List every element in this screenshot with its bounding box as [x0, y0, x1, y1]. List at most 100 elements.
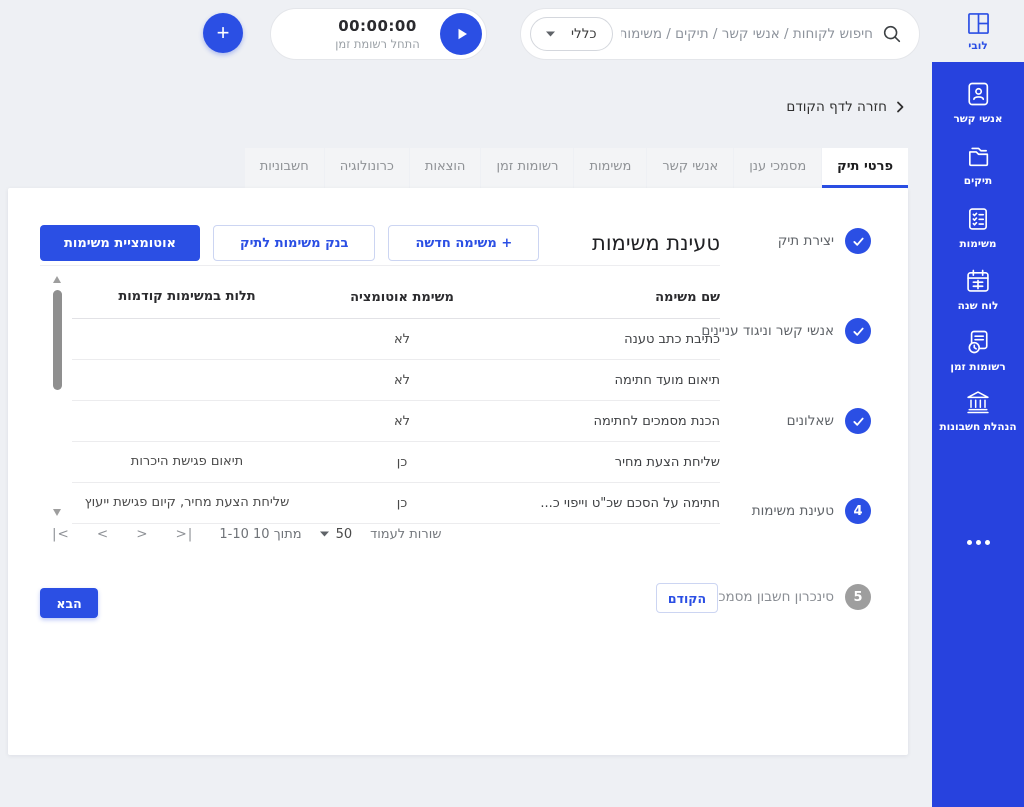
sidebar-item-accounting[interactable]: הנהלת חשבונות: [932, 388, 1024, 433]
play-icon: [449, 22, 473, 46]
dependency-cell: [72, 334, 302, 344]
step-load-tasks[interactable]: 4 טעינת משימות: [752, 498, 871, 524]
tab-case-details[interactable]: פרטי תיק: [822, 148, 908, 188]
new-task-button[interactable]: + משימה חדשה: [388, 225, 540, 261]
table-row[interactable]: כתיבת כתב טענה לא: [72, 319, 720, 360]
sidebar-item-cases[interactable]: תיקים: [932, 142, 1024, 187]
step-label: שאלונים: [786, 413, 834, 429]
sidebar-item-label: אנשי קשר: [953, 113, 1003, 125]
plus-icon: +: [216, 20, 230, 45]
time-records-icon: [964, 328, 992, 356]
previous-step-button[interactable]: הקודם: [656, 583, 718, 613]
automation-cell: לא: [393, 413, 411, 429]
global-search: כללי: [520, 8, 920, 60]
step-label: סינכרון חשבון מסמכים: [706, 589, 834, 605]
sidebar-item-label: משימות: [959, 238, 997, 250]
rows-per-page-select[interactable]: 50: [319, 527, 352, 542]
sidebar-item-calendar[interactable]: לוח שנה: [932, 267, 1024, 312]
sidebar-item-label: לוח שנה: [957, 300, 999, 312]
tab-chronology[interactable]: כרונולוגיה: [324, 148, 409, 188]
next-page-button[interactable]: >: [136, 526, 148, 542]
tab-tasks[interactable]: משימות: [574, 148, 647, 188]
lobby-icon: [965, 10, 992, 37]
more-icon: [966, 540, 990, 545]
search-input[interactable]: [620, 26, 873, 42]
breadcrumb-label: חזרה לדף הקודם: [786, 99, 887, 115]
sidebar: לובי אנשי קשר תיקים משימות לוח שנה רשומו…: [932, 0, 1024, 807]
sidebar-item-time-records[interactable]: רשומות זמן: [932, 328, 1024, 373]
sidebar-item-lobby[interactable]: לובי: [932, 0, 1024, 62]
table-header-row: שם משימה משימת אוטומציה תלות במשימות קוד…: [72, 277, 720, 319]
sidebar-item-contacts[interactable]: אנשי קשר: [932, 80, 1024, 125]
dependency-cell: [72, 416, 302, 426]
timer-widget[interactable]: 00:00:00 התחל רשומת זמן: [270, 8, 487, 60]
next-step-button[interactable]: הבא: [40, 588, 98, 618]
pagination-range: 1-10 מתוך 10: [219, 526, 302, 542]
step-sync-document-account[interactable]: 5 סינכרון חשבון מסמכים: [706, 584, 871, 610]
step-label: אנשי קשר וניגוד עניינים: [701, 323, 834, 339]
app-root: { "colors": { "accent": "#2b4fe4", "side…: [0, 0, 1024, 807]
column-header-automation: משימת אוטומציה: [350, 290, 454, 305]
step-label: יצירת תיק: [777, 233, 834, 249]
automation-cell: לא: [393, 331, 411, 347]
task-name-cell: שליחת הצעת מחיר: [614, 454, 720, 470]
tab-label: פרטי תיק: [837, 159, 893, 174]
dependency-cell: תיאום פגישת היכרות: [130, 453, 244, 469]
chevron-down-icon: [319, 531, 329, 537]
search-filter-dropdown[interactable]: כללי: [530, 17, 613, 51]
prev-page-button[interactable]: <: [97, 526, 109, 542]
step-done-check-icon: [845, 228, 871, 254]
accounting-icon: [964, 388, 992, 416]
task-bank-button[interactable]: בנק משימות לתיק: [213, 225, 376, 261]
tab-expenses[interactable]: הוצאות: [409, 148, 481, 188]
tab-label: רשומות זמן: [496, 159, 559, 174]
tab-label: כרונולוגיה: [339, 159, 394, 174]
sidebar-item-more[interactable]: [932, 540, 1024, 545]
tasks-table: שם משימה משימת אוטומציה תלות במשימות קוד…: [72, 277, 720, 524]
dependency-cell: [72, 375, 302, 385]
sidebar-item-label: לובי: [968, 40, 988, 52]
table-scrollbar: [52, 276, 62, 516]
sidebar-item-tasks[interactable]: משימות: [932, 205, 1024, 250]
automation-cell: כן: [396, 454, 408, 470]
chevron-down-icon: [546, 31, 555, 37]
sidebar-item-label: הנהלת חשבונות: [939, 421, 1017, 433]
table-row[interactable]: הכנת מסמכים לחתימה לא: [72, 401, 720, 442]
tab-cloud-documents[interactable]: מסמכי ענן: [734, 148, 822, 188]
tab-label: אנשי קשר: [662, 159, 719, 174]
step-create-case[interactable]: יצירת תיק: [778, 228, 871, 254]
start-timer-button[interactable]: [440, 13, 482, 55]
tab-contacts[interactable]: אנשי קשר: [647, 148, 734, 188]
scroll-down-arrow-icon[interactable]: [53, 509, 61, 516]
step-number-badge: 5: [845, 584, 871, 610]
table-row[interactable]: חתימה על הסכם שכ"ט וייפוי כ... כן שליחת …: [72, 483, 720, 524]
timer-value: 00:00:00: [338, 17, 417, 35]
task-automation-button[interactable]: אוטומציית משימות: [40, 225, 201, 261]
step-number-badge: 4: [845, 498, 871, 524]
scrollbar-thumb[interactable]: [52, 290, 62, 390]
back-breadcrumb[interactable]: חזרה לדף הקודם: [786, 99, 904, 115]
step-questionnaires[interactable]: שאלונים: [787, 408, 871, 434]
task-name-cell: כתיבת כתב טענה: [624, 331, 720, 347]
timer-texts: 00:00:00 התחל רשומת זמן: [275, 17, 440, 51]
tab-invoices[interactable]: חשבוניות: [244, 148, 324, 188]
dependency-cell: שליחת הצעת מחיר, קיום פגישת ייעוץ: [84, 494, 290, 510]
search-icon: [881, 23, 903, 45]
sidebar-background: אנשי קשר תיקים משימות לוח שנה רשומות זמן…: [932, 62, 1024, 807]
tab-time-records[interactable]: רשומות זמן: [481, 148, 574, 188]
add-new-button[interactable]: +: [203, 13, 243, 53]
tasks-icon: [964, 205, 992, 233]
table-row[interactable]: תיאום מועד חתימה לא: [72, 360, 720, 401]
table-pagination: שורות לעמוד 50 1-10 מתוך 10 |< < > >|: [52, 526, 441, 542]
column-header-task-name: שם משימה: [655, 290, 720, 305]
first-page-button[interactable]: |<: [52, 526, 70, 542]
table-row[interactable]: שליחת הצעת מחיר כן תיאום פגישת היכרות: [72, 442, 720, 483]
automation-cell: לא: [393, 372, 411, 388]
last-page-button[interactable]: >|: [176, 526, 194, 542]
header-divider: [40, 265, 720, 266]
step-contacts-conflict[interactable]: אנשי קשר וניגוד עניינים: [701, 318, 871, 344]
scroll-up-arrow-icon[interactable]: [53, 276, 61, 283]
task-name-cell: חתימה על הסכם שכ"ט וייפוי כ...: [540, 495, 720, 511]
calendar-icon: [964, 267, 992, 295]
page-title: טעינת משימות: [592, 231, 720, 255]
